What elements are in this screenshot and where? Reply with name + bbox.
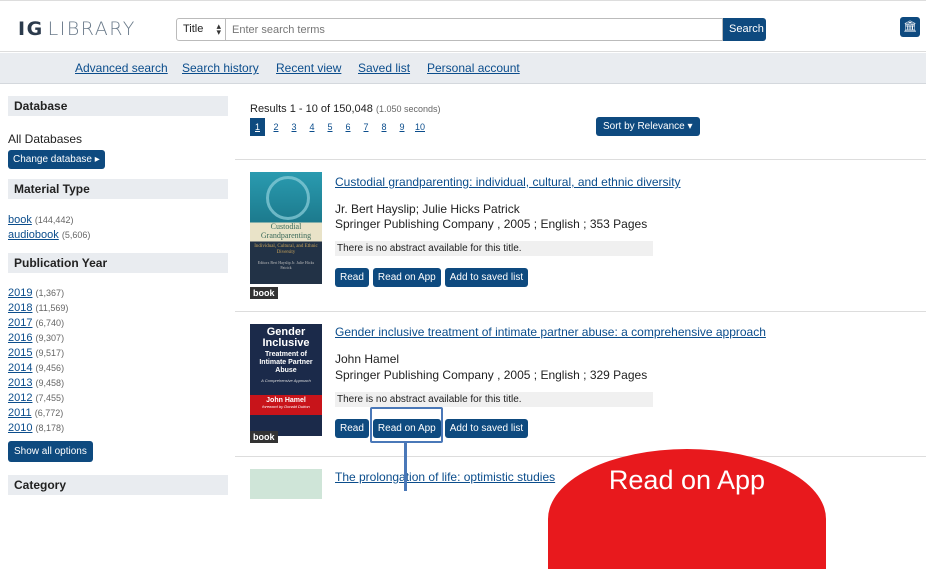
page-link[interactable]: 3 xyxy=(287,118,301,136)
database-value: All Databases xyxy=(8,132,83,146)
page-link[interactable]: 8 xyxy=(377,118,391,136)
result-actions: Read Read on App Add to saved list xyxy=(335,268,532,287)
result-authors: Jr. Bert Hayslip; Julie Hicks Patrick xyxy=(335,202,520,216)
result-publisher: Springer Publishing Company , 2005 ; Eng… xyxy=(335,368,648,382)
facet-year[interactable]: 2011 (6,772) xyxy=(8,406,228,421)
result-publisher: Springer Publishing Company , 2005 ; Eng… xyxy=(335,217,648,231)
add-to-saved-list-button[interactable]: Add to saved list xyxy=(444,419,529,438)
nav-advanced-search[interactable]: Advanced search xyxy=(75,61,168,75)
change-database-button[interactable]: Change database ▸ xyxy=(8,150,105,169)
show-all-options-button[interactable]: Show all options xyxy=(8,441,93,462)
book-cover[interactable]: Gender Inclusive Treatment of Intimate P… xyxy=(250,324,322,436)
result-authors: John Hamel xyxy=(335,352,400,366)
facet-year[interactable]: 2016 (9,307) xyxy=(8,331,228,346)
results-summary: Results 1 - 10 of 150,048 (1.050 seconds… xyxy=(250,103,441,115)
publication-year-heading: Publication Year xyxy=(8,253,228,273)
page-link[interactable]: 2 xyxy=(269,118,283,136)
facet-material-book[interactable]: book (144,442) xyxy=(8,213,228,228)
facet-year[interactable]: 2015 (9,517) xyxy=(8,346,228,361)
nav-bar: Advanced search Search history Recent vi… xyxy=(0,53,926,84)
page-link[interactable]: 4 xyxy=(305,118,319,136)
divider xyxy=(235,456,926,457)
facet-year[interactable]: 2013 (9,458) xyxy=(8,376,228,391)
result-abstract: There is no abstract available for this … xyxy=(335,241,653,256)
top-bar: IG LIBRARY Title ▴ ▾ Enter search terms Sea… xyxy=(0,0,926,52)
read-on-app-button[interactable]: Read on App xyxy=(372,268,441,287)
material-type-badge: book xyxy=(250,287,278,299)
page-link[interactable]: 10 xyxy=(413,118,427,136)
sort-arrows-icon: ▴ ▾ xyxy=(216,21,221,37)
read-button[interactable]: Read xyxy=(335,419,369,438)
page-link[interactable]: 7 xyxy=(359,118,373,136)
facet-year[interactable]: 2019 (1,367) xyxy=(8,286,228,301)
bank-icon[interactable]: 🏛 xyxy=(900,17,920,37)
result-title-link[interactable]: Gender inclusive treatment of intimate p… xyxy=(335,325,766,339)
nav-saved-list[interactable]: Saved list xyxy=(358,61,410,75)
pagination: 1 2 3 4 5 6 7 8 9 10 xyxy=(250,118,926,136)
facet-year[interactable]: 2017 (6,740) xyxy=(8,316,228,331)
spiral-icon xyxy=(266,176,310,220)
result-title-link[interactable]: The prolongation of life: optimistic stu… xyxy=(335,470,555,484)
material-type-badge: book xyxy=(250,431,278,443)
facet-year[interactable]: 2012 (7,455) xyxy=(8,391,228,406)
book-cover[interactable] xyxy=(250,469,322,499)
search-field-select[interactable]: Title ▴ ▾ xyxy=(176,18,226,41)
page-link[interactable]: 5 xyxy=(323,118,337,136)
read-on-app-callout: Read on App xyxy=(548,449,826,569)
add-to-saved-list-button[interactable]: Add to saved list xyxy=(444,268,529,287)
results-header: Results 1 - 10 of 150,048 (1.050 seconds… xyxy=(250,103,926,136)
sidebar: Database All Databases Change database ▸… xyxy=(8,96,228,495)
facet-material-audiobook[interactable]: audiobook (5,606) xyxy=(8,228,228,243)
material-type-heading: Material Type xyxy=(8,179,228,199)
read-button[interactable]: Read xyxy=(335,268,369,287)
database-heading: Database xyxy=(8,96,228,116)
category-heading: Category xyxy=(8,475,228,495)
facet-year[interactable]: 2014 (9,456) xyxy=(8,361,228,376)
divider xyxy=(235,311,926,312)
highlight-connector xyxy=(404,443,407,491)
highlight-box xyxy=(370,407,443,443)
page-link[interactable]: 1 xyxy=(250,118,265,136)
page-link[interactable]: 6 xyxy=(341,118,355,136)
divider xyxy=(235,159,926,160)
logo[interactable]: IG LIBRARY xyxy=(18,18,136,40)
facet-year[interactable]: 2010 (8,178) xyxy=(8,421,228,436)
result-title-link[interactable]: Custodial grandparenting: individual, cu… xyxy=(335,175,681,189)
result-abstract: There is no abstract available for this … xyxy=(335,392,653,407)
search-button[interactable]: Search xyxy=(723,18,766,41)
facet-year[interactable]: 2018 (11,569) xyxy=(8,301,228,316)
page-link[interactable]: 9 xyxy=(395,118,409,136)
search-input[interactable]: Enter search terms xyxy=(226,18,723,41)
nav-recent-view[interactable]: Recent view xyxy=(276,61,341,75)
nav-personal-account[interactable]: Personal account xyxy=(427,61,520,75)
search-group: Title ▴ ▾ Enter search terms Search xyxy=(176,18,766,41)
book-cover[interactable]: Custodial Grandparenting Individual, Cul… xyxy=(250,172,322,284)
sort-dropdown[interactable]: Sort by Relevance ▾ xyxy=(596,117,700,136)
nav-search-history[interactable]: Search history xyxy=(182,61,259,75)
